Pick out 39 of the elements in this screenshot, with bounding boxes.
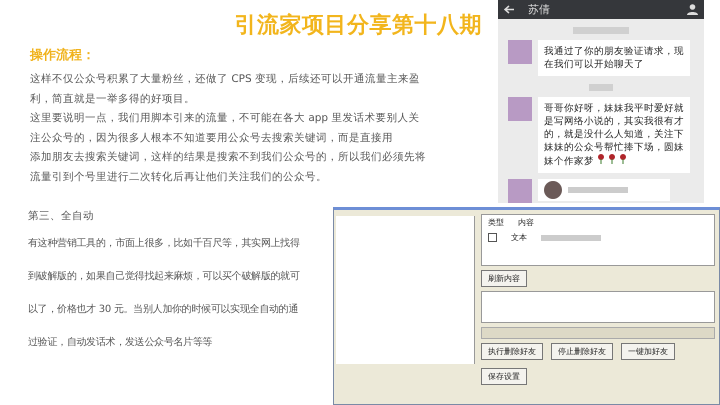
column-header: 内容	[518, 217, 534, 228]
avatar-placeholder	[508, 97, 532, 122]
rose-icon	[619, 154, 628, 164]
section-heading: 操作流程：	[30, 46, 95, 64]
table-cell: 文本	[511, 232, 527, 243]
paragraph-line: 这里要说明一点，我们用脚本引来的流量，不可能在各大 app 里发话术要别人关	[30, 111, 420, 126]
text-area[interactable]	[481, 291, 715, 323]
avatar-placeholder	[508, 179, 532, 204]
timestamp-blur	[589, 84, 613, 92]
action-button[interactable]: 一键加好友	[621, 343, 675, 360]
timestamp-blur	[573, 27, 629, 34]
chat-message: 哥哥你好呀，妹妹我平时爱好就是写网络小说的，其实我很有才的，就是没什么人知道，关注下妹妹的公众号帮忙捧下场，圆妹妹个作家梦	[538, 97, 690, 174]
rose-icon	[597, 154, 606, 164]
paragraph-line: 这样不仅公众号积累了大量粉丝，还做了 CPS 变现，后续还可以开通流量主来盈	[30, 72, 420, 87]
action-button[interactable]: 停止删除好友	[551, 343, 613, 360]
checkbox[interactable]	[488, 233, 497, 242]
paragraph-line: 利，简直就是一举多得的好项目。	[30, 92, 195, 106]
chat-message: 我通过了你的朋友验证请求，现在我们可以开始聊天了	[538, 40, 690, 76]
subheading: 第三、全自动	[28, 209, 94, 224]
column-header: 类型	[488, 217, 504, 228]
rose-icon	[608, 154, 616, 164]
paragraph-line: 流量引到个号里进行二次转化后再让他们关注我们的公众号。	[30, 170, 327, 184]
back-arrow-icon	[504, 5, 514, 14]
action-button[interactable]: 保存设置	[481, 368, 527, 385]
paragraph-line: 到破解版的，如果自己觉得找起来麻烦，可以买个破解版的就可	[28, 270, 300, 284]
avatar-placeholder	[508, 40, 532, 64]
contact-name: 苏倩	[528, 2, 551, 18]
page-title: 引流家项目分享第十八期	[234, 12, 482, 40]
paragraph-line: 以了，价格也才 30 元。当别人加你的时候可以实现全自动的通	[28, 302, 298, 317]
paragraph-line: 注公众号的，因为很多人根本不知道要用公众号去搜索关键词，而是直接用	[30, 130, 393, 146]
paragraph-line: 有这种营销工具的，市面上很多，比如千百尺等，其实网上找得	[28, 236, 300, 251]
refresh-button[interactable]: 刷新内容	[481, 270, 527, 287]
blurred-text	[541, 234, 601, 240]
action-button[interactable]: 执行删除好友	[481, 343, 543, 360]
person-icon	[687, 4, 698, 16]
paragraph-line: 过验证，自动发话术，发送公众号名片等等	[28, 336, 212, 350]
blurred-text	[568, 187, 628, 194]
paragraph-line: 添加朋友去搜索关键词，这样的结果是搜索不到我们公众号的，所以我们必须先将	[30, 150, 426, 165]
photo-placeholder	[544, 181, 562, 200]
